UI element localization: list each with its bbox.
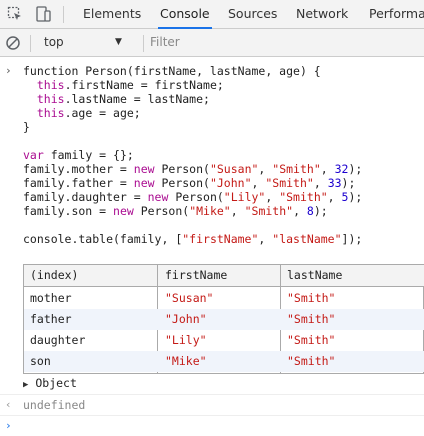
input-prompt-icon: ›	[5, 64, 12, 77]
chevron-down-icon[interactable]: ▼	[115, 29, 122, 57]
table-row: daughter "Lily" "Smith"	[24, 330, 424, 351]
context-selector[interactable]: top	[44, 29, 64, 57]
devtools-tabbar: Elements Console Sources Network Perform…	[0, 0, 424, 29]
column-header-firstname[interactable]: firstName	[159, 265, 227, 287]
filter-divider	[30, 35, 31, 52]
table-cell-index: daughter	[30, 333, 86, 347]
code-line: this.firstName = firstName;	[36, 78, 224, 92]
table-row: mother "Susan" "Smith"	[24, 288, 424, 309]
table-cell-index: mother	[30, 291, 72, 305]
table-cell-lastname: "Smith"	[287, 312, 336, 326]
device-toolbar-icon[interactable]	[34, 5, 52, 23]
table-row: son "Mike" "Smith"	[24, 351, 424, 372]
table-cell-index: son	[30, 354, 51, 368]
filter-divider	[143, 35, 144, 52]
code-line: this.lastName = lastName;	[36, 92, 210, 106]
code-line: function Person(firstName, lastName, age…	[23, 64, 321, 78]
console-filter-bar: top ▼ Filter	[0, 29, 424, 57]
code-line: family.daughter = new Person("Lily", "Sm…	[23, 190, 363, 204]
console-table: (index) firstName lastName mother "Susan…	[23, 264, 424, 374]
console-prompt-icon[interactable]: ›	[5, 419, 12, 433]
tab-performance[interactable]: Performa	[369, 0, 424, 29]
table-header: (index) firstName lastName	[24, 265, 424, 287]
message-divider	[0, 394, 424, 395]
table-cell-lastname: "Smith"	[287, 333, 336, 347]
tab-elements[interactable]: Elements	[83, 0, 141, 29]
filter-input[interactable]: Filter	[150, 29, 180, 57]
code-line: this.age = age;	[36, 106, 141, 120]
code-line: }	[23, 120, 30, 134]
triangle-right-icon[interactable]: ▶	[23, 380, 28, 390]
code-line: console.table(family, ["firstName", "las…	[23, 232, 363, 246]
code-line: family.son = new Person("Mike", "Smith",…	[23, 204, 328, 218]
table-cell-lastname: "Smith"	[287, 291, 336, 305]
table-cell-firstname: "John"	[165, 312, 207, 326]
clear-console-icon[interactable]	[5, 35, 21, 51]
table-cell-firstname: "Lily"	[165, 333, 207, 347]
console-panel: › function Person(firstName, lastName, a…	[0, 57, 424, 436]
object-label: Object	[35, 376, 77, 390]
return-arrow-icon: ‹	[5, 398, 12, 411]
code-line: var family = {};	[23, 148, 134, 162]
table-cell-index: father	[30, 312, 72, 326]
code-line: family.father = new Person("John", "Smit…	[23, 176, 356, 190]
tab-console[interactable]: Console	[158, 0, 212, 29]
message-divider	[0, 415, 424, 416]
inspect-element-icon[interactable]	[6, 5, 24, 23]
table-cell-lastname: "Smith"	[287, 354, 336, 368]
toolbar-divider	[63, 6, 64, 23]
object-expander[interactable]: ▶ Object	[23, 376, 77, 390]
column-header-index[interactable]: (index)	[24, 265, 78, 287]
return-value: undefined	[23, 398, 86, 412]
tab-sources[interactable]: Sources	[228, 0, 277, 29]
code-line: family.mother = new Person("Susan", "Smi…	[23, 162, 363, 176]
table-row: father "John" "Smith"	[24, 309, 424, 330]
column-header-lastname[interactable]: lastName	[281, 265, 342, 287]
table-cell-firstname: "Susan"	[165, 291, 214, 305]
table-cell-firstname: "Mike"	[165, 354, 207, 368]
tab-network[interactable]: Network	[296, 0, 348, 29]
